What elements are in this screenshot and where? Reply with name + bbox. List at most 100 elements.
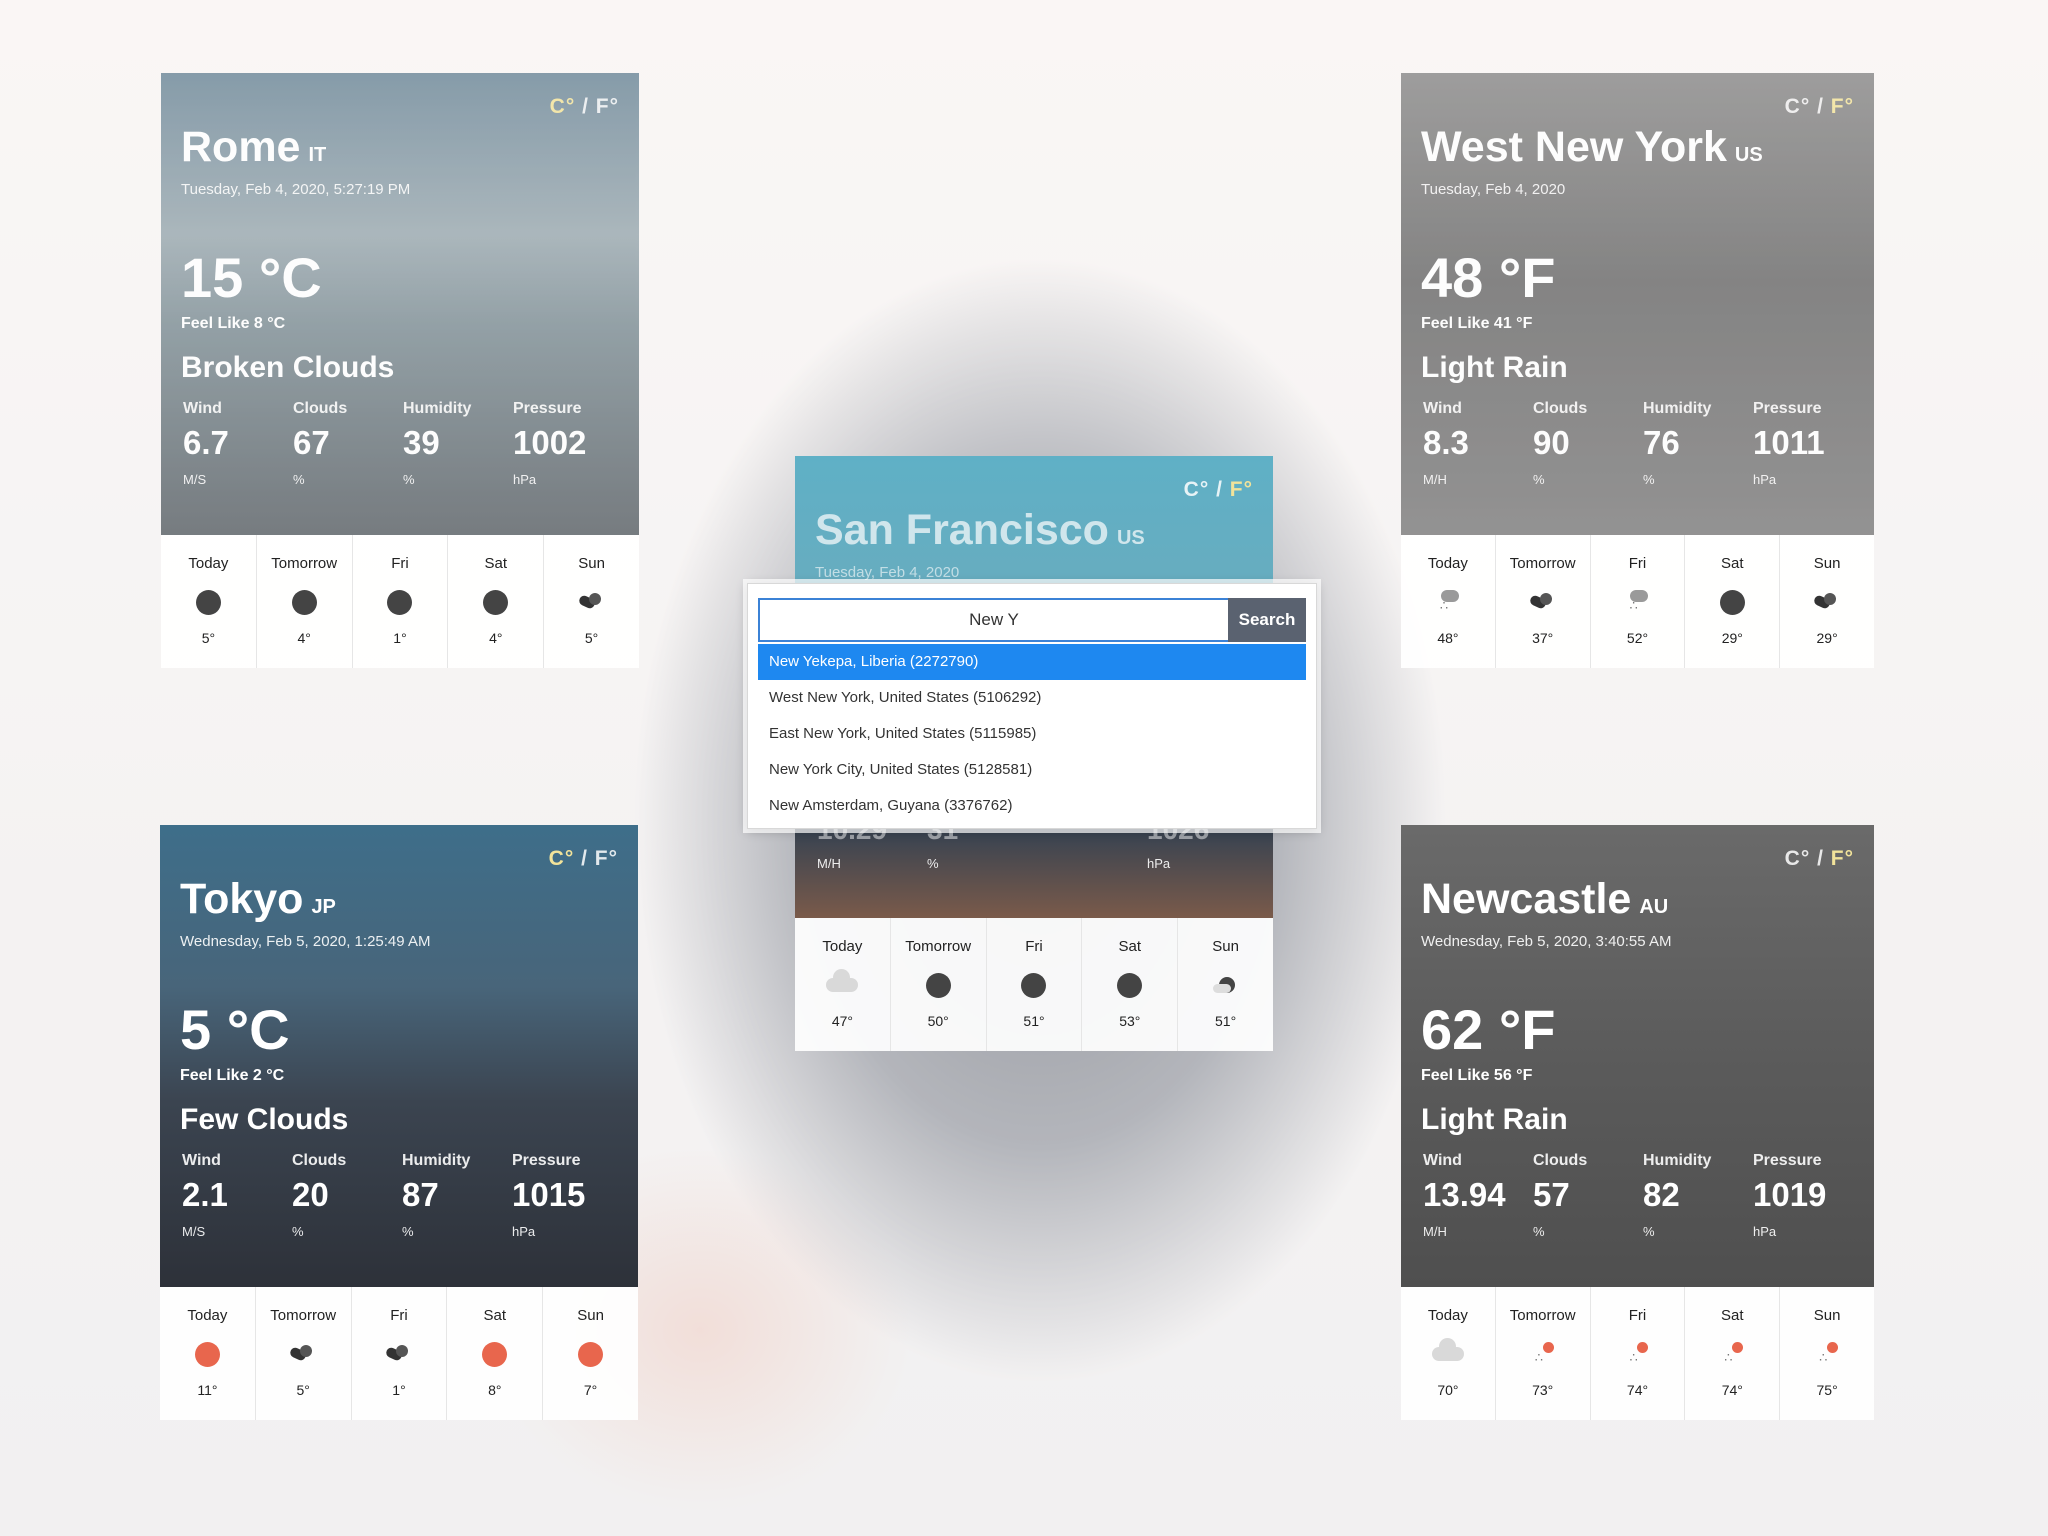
search-input[interactable] (758, 598, 1228, 642)
forecast-day: Tomorrow 4° (257, 535, 353, 668)
day-temp: 75° (1816, 1382, 1838, 1398)
unit-toggle[interactable]: C° / F° (550, 95, 619, 119)
day-name: Today (822, 938, 863, 955)
stat-unit: % (1643, 472, 1655, 487)
day-temp: 4° (297, 630, 311, 646)
city-name: Rome IT (181, 123, 326, 172)
country-code: US (1116, 527, 1145, 549)
day-temp: 4° (489, 630, 503, 646)
celsius-toggle[interactable]: C° (1184, 478, 1210, 501)
day-name: Tomorrow (1509, 555, 1576, 572)
stat-value: 39 (403, 424, 440, 461)
date-time: Tuesday, Feb 4, 2020 (1421, 181, 1566, 198)
stat-unit: M/H (1423, 472, 1447, 487)
stat-label: Pressure (1753, 400, 1822, 417)
cloud-icon (1431, 1338, 1464, 1361)
celsius-toggle[interactable]: C° (550, 95, 576, 118)
fahrenheit-toggle[interactable]: F° (1831, 95, 1854, 118)
day-temp: 73° (1532, 1382, 1554, 1398)
stat-unit: % (402, 1224, 414, 1239)
unit-toggle[interactable]: C° / F° (1785, 847, 1854, 871)
stat-unit: % (927, 856, 939, 871)
day-name: Sat (483, 1307, 507, 1324)
stat-humidity: Humidity 87% (402, 1152, 512, 1239)
city-label: San Francisco (815, 506, 1109, 554)
forecast-day: Sat 53° (1082, 918, 1179, 1051)
unit-separator: / (1810, 95, 1831, 118)
stat-label: Pressure (513, 400, 582, 417)
day-name: Sun (578, 555, 605, 572)
stat-unit: M/H (1423, 1224, 1447, 1239)
current-temp: 5 °C (180, 998, 290, 1061)
fahrenheit-toggle[interactable]: F° (1230, 478, 1253, 501)
stat-value: 1011 (1753, 424, 1825, 461)
suggestion-item[interactable]: New Amsterdam, Guyana (3376762) (758, 788, 1306, 824)
celsius-toggle[interactable]: C° (1785, 847, 1811, 870)
stat-value: 76 (1643, 424, 1680, 461)
partly-cloudy-icon (1212, 975, 1239, 995)
stat-wind: Wind 2.1 M/S (182, 1152, 292, 1239)
forecast-day: Sun 29° (1780, 535, 1874, 668)
day-name: Tomorrow (271, 555, 338, 572)
rain-icon (1435, 590, 1461, 614)
stat-label: Wind (1423, 400, 1462, 417)
fahrenheit-toggle[interactable]: F° (1831, 847, 1854, 870)
day-name: Tomorrow (270, 1307, 337, 1324)
stat-label: Pressure (1753, 1152, 1822, 1169)
city-name: Tokyo JP (180, 875, 336, 924)
day-name: Sun (1813, 555, 1841, 572)
forecast-day: Tomorrow 73° (1496, 1287, 1591, 1420)
weather-card-rome: C° / F° Rome IT Tuesday, Feb 4, 2020, 5:2… (161, 73, 639, 668)
day-temp: 47° (831, 1013, 853, 1029)
stat-unit: hPa (1147, 856, 1171, 871)
forecast-day: Tomorrow 50° (891, 918, 987, 1051)
suggestion-item[interactable]: East New York, United States (5115985) (758, 716, 1306, 752)
stat-label: Wind (1423, 1152, 1462, 1169)
fahrenheit-toggle[interactable]: F° (595, 847, 618, 870)
fahrenheit-toggle[interactable]: F° (596, 95, 619, 118)
stat-value: 1015 (512, 1176, 586, 1213)
stats-row: Wind 6.7 M/S Clouds 67% Humidity 39% Pressur… (183, 400, 623, 487)
celsius-toggle[interactable]: C° (1785, 95, 1811, 118)
search-button[interactable]: Search (1228, 598, 1306, 642)
stat-value: 13.94 (1423, 1176, 1506, 1213)
forecast-day: Sun 7° (543, 1287, 638, 1420)
unit-toggle[interactable]: C° / F° (1785, 95, 1854, 119)
day-temp: 74° (1626, 1382, 1649, 1398)
celsius-toggle[interactable]: C° (549, 847, 575, 870)
stat-value: 6.7 (183, 424, 229, 461)
sun-rain-icon (1719, 1342, 1745, 1366)
unit-toggle[interactable]: C° / F° (549, 847, 618, 871)
day-temp: 51° (1215, 1013, 1237, 1029)
forecast-row: Today 70° Tomorrow 73° Fri 74° Sat 74° Sun 75… (1401, 1287, 1874, 1420)
current-temp: 62 °F (1421, 998, 1556, 1061)
dot-icon (291, 589, 317, 615)
forecast-day: Today 70° (1401, 1287, 1496, 1420)
stat-unit: % (292, 1224, 304, 1239)
stat-label: Wind (183, 400, 222, 417)
broken-cloud-icon (1530, 593, 1556, 609)
forecast-day: Fri 1° (353, 535, 449, 668)
unit-toggle[interactable]: C° / F° (1184, 478, 1253, 502)
forecast-row: Today 5° Tomorrow 4° Fri 1° Sat 4° Sun 5° (161, 535, 639, 668)
broken-cloud-icon (1814, 593, 1840, 609)
stats-row: Wind 13.94 M/H Clouds 57% Humidity 82% Press… (1423, 1152, 1863, 1239)
stat-unit: M/H (817, 856, 841, 871)
dot-icon (195, 589, 221, 615)
day-temp: 29° (1816, 630, 1838, 646)
day-temp: 50° (927, 1013, 949, 1029)
unit-separator: / (574, 847, 595, 870)
suggestion-item[interactable]: New Yekepa, Liberia (2272790) (758, 644, 1306, 680)
forecast-day: Sat 8° (447, 1287, 544, 1420)
suggestion-item[interactable]: West New York, United States (5106292) (758, 680, 1306, 716)
day-temp: 51° (1023, 1013, 1045, 1029)
day-name: Sat (484, 555, 508, 572)
forecast-day: Fri 1° (352, 1287, 448, 1420)
dot-icon (483, 589, 509, 615)
stat-label: Clouds (292, 1152, 347, 1169)
day-name: Today (188, 555, 229, 572)
day-name: Sun (577, 1307, 604, 1324)
date-time: Wednesday, Feb 5, 2020, 3:40:55 AM (1421, 933, 1672, 950)
day-name: Sat (1721, 1307, 1744, 1324)
suggestion-item[interactable]: New York City, United States (5128581) (758, 752, 1306, 788)
